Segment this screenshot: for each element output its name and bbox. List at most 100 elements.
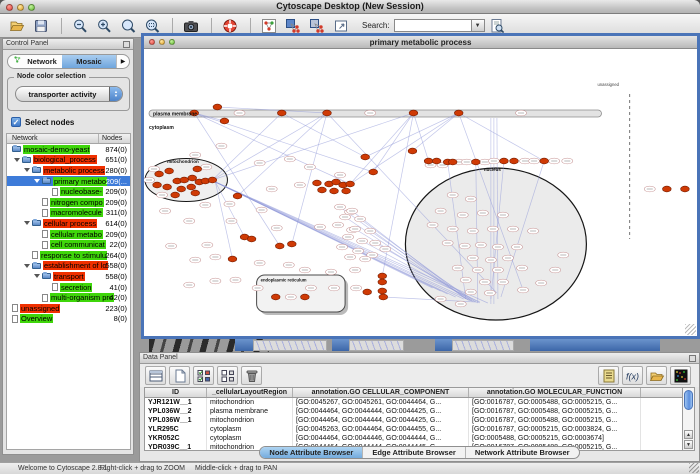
background-window[interactable] bbox=[332, 339, 349, 351]
graph-node[interactable] bbox=[313, 180, 322, 186]
float-panel-icon[interactable] bbox=[123, 41, 130, 48]
open-icon[interactable] bbox=[6, 16, 28, 36]
disclosure-triangle-icon[interactable] bbox=[14, 158, 20, 162]
tree-row[interactable]: unassigned223(0) bbox=[7, 303, 130, 314]
disclosure-triangle-icon[interactable] bbox=[24, 264, 30, 268]
node-color-dropdown[interactable]: transporter activity ▲▼ bbox=[15, 86, 123, 102]
column-header[interactable]: annotation.GO MOLECULAR_FUNCTION bbox=[469, 388, 641, 397]
graph-node[interactable] bbox=[342, 188, 351, 194]
tree-row[interactable]: cell communicat22(0) bbox=[7, 239, 130, 250]
table-scrollbar[interactable]: ▲ ▼ bbox=[682, 387, 695, 451]
graph-node[interactable] bbox=[500, 158, 509, 164]
graph-node[interactable] bbox=[378, 279, 387, 285]
graph-node[interactable] bbox=[208, 177, 217, 183]
tree-row[interactable]: macromolecule311(0) bbox=[7, 208, 130, 219]
tree-row[interactable]: transport558(0) bbox=[7, 271, 130, 282]
graph-node[interactable] bbox=[663, 186, 672, 192]
column-header[interactable]: annotation.GO CELLULAR_COMPONENT bbox=[293, 388, 469, 397]
graph-node[interactable] bbox=[454, 110, 463, 116]
tree-row[interactable]: nucleobase-209(0) bbox=[7, 186, 130, 197]
graph-node[interactable] bbox=[153, 182, 162, 188]
disclosure-triangle-icon[interactable] bbox=[34, 274, 40, 278]
attribute-notes-icon[interactable] bbox=[598, 366, 619, 385]
graph-node[interactable] bbox=[346, 181, 355, 187]
table-row[interactable]: YPL036W__2plasma membrane[GO:0044464, GO… bbox=[145, 407, 682, 416]
new-attribute-icon[interactable] bbox=[169, 366, 190, 385]
unselect-attributes-icon[interactable] bbox=[217, 366, 238, 385]
tree-row[interactable]: metabolic process280(0) bbox=[7, 165, 130, 176]
graph-node[interactable] bbox=[330, 188, 339, 194]
zoom-fit-icon[interactable] bbox=[117, 16, 139, 36]
save-icon[interactable] bbox=[30, 16, 52, 36]
disclosure-triangle-icon[interactable] bbox=[24, 221, 30, 225]
graph-node[interactable] bbox=[191, 190, 200, 196]
tab-mosaic[interactable]: Mosaic bbox=[62, 55, 116, 68]
tree-row[interactable]: cellular process614(0) bbox=[7, 218, 130, 229]
table-row[interactable]: YPL036W__1mitochondrion[GO:0044464, GO:0… bbox=[145, 416, 682, 425]
graph-node[interactable] bbox=[361, 154, 370, 160]
graph-node[interactable] bbox=[171, 192, 180, 198]
advanced-search-button[interactable] bbox=[489, 18, 505, 34]
tree-row[interactable]: secretion41(0) bbox=[7, 282, 130, 293]
graph-node[interactable] bbox=[378, 273, 387, 279]
tree-column-nodes[interactable]: Nodes bbox=[102, 135, 122, 142]
tree-row[interactable]: establishment of lo558(0) bbox=[7, 261, 130, 272]
window-resize-grip[interactable] bbox=[689, 463, 699, 473]
column-header[interactable]: ID bbox=[145, 388, 207, 397]
network-canvas[interactable]: plasma membranecytoplasmmitochondrionnuc… bbox=[144, 49, 697, 336]
table-row[interactable]: YKR052Ccytoplasm[GO:0044464, GO:0044446,… bbox=[145, 434, 682, 443]
tree-row[interactable]: biological_process651(0) bbox=[7, 155, 130, 166]
graph-node[interactable] bbox=[233, 193, 242, 199]
graph-node[interactable] bbox=[180, 177, 189, 183]
graph-node[interactable] bbox=[277, 110, 286, 116]
graph-node[interactable] bbox=[409, 110, 418, 116]
graph-node[interactable] bbox=[187, 184, 196, 190]
graph-node[interactable] bbox=[155, 171, 164, 177]
search-input[interactable] bbox=[394, 19, 472, 32]
background-window[interactable] bbox=[349, 340, 404, 351]
tab-node-attribute-browser[interactable]: Node Attribute Browser bbox=[260, 447, 363, 458]
tree-row[interactable]: mosaic-demo-yeast874(0) bbox=[7, 144, 130, 155]
graph-node[interactable] bbox=[163, 184, 172, 190]
tree-row[interactable]: nitrogen compo209(0) bbox=[7, 197, 130, 208]
graph-node[interactable] bbox=[275, 243, 284, 249]
graph-node[interactable] bbox=[220, 118, 229, 124]
select-nodes-checkbox[interactable]: ✓ bbox=[11, 117, 21, 127]
graph-node[interactable] bbox=[408, 148, 417, 154]
tab-network[interactable]: Network bbox=[8, 55, 62, 68]
import-attributes-icon[interactable] bbox=[646, 366, 667, 385]
background-window[interactable] bbox=[235, 339, 253, 351]
table-row[interactable]: YJR121W__1mitochondrion[GO:0045267, GO:0… bbox=[145, 398, 682, 407]
attribute-matrix-icon[interactable] bbox=[670, 366, 691, 385]
tree-row[interactable]: Overview8(0) bbox=[7, 314, 130, 325]
graph-node[interactable] bbox=[448, 159, 457, 165]
background-window[interactable] bbox=[452, 340, 514, 351]
graph-node[interactable] bbox=[188, 175, 197, 181]
graph-node[interactable] bbox=[681, 186, 690, 192]
disclosure-triangle-icon[interactable] bbox=[24, 168, 30, 172]
zoom-out-icon[interactable] bbox=[69, 16, 91, 36]
graph-node[interactable] bbox=[424, 158, 433, 164]
tree-column-network[interactable]: Network bbox=[12, 135, 38, 142]
table-mode-icon[interactable] bbox=[145, 366, 166, 385]
background-window[interactable] bbox=[435, 339, 452, 351]
table-row[interactable]: YLR295Ccytoplasm[GO:0045263, GO:0044464,… bbox=[145, 425, 682, 434]
graph-node[interactable] bbox=[165, 168, 174, 174]
tab-overflow-arrow-icon[interactable]: ▶ bbox=[116, 55, 129, 68]
graph-node[interactable] bbox=[247, 236, 256, 242]
graph-node[interactable] bbox=[318, 187, 327, 193]
graph-node[interactable] bbox=[271, 294, 280, 300]
tree-row[interactable]: multi-organism pro42(0) bbox=[7, 292, 130, 303]
tree-row[interactable]: cellular metabo209(0) bbox=[7, 229, 130, 240]
tree-row[interactable]: primary metabo209(... bbox=[7, 176, 130, 187]
function-builder-icon[interactable]: f(x) bbox=[622, 366, 643, 385]
graph-node[interactable] bbox=[540, 158, 549, 164]
background-window[interactable] bbox=[530, 339, 660, 351]
graph-node[interactable] bbox=[287, 241, 296, 247]
select-attributes-icon[interactable] bbox=[193, 366, 214, 385]
graph-node[interactable] bbox=[432, 158, 441, 164]
background-window[interactable] bbox=[253, 340, 327, 351]
graph-node[interactable] bbox=[301, 294, 310, 300]
float-panel-icon[interactable] bbox=[689, 355, 696, 362]
search-dropdown-arrow-icon[interactable]: ▼ bbox=[472, 19, 485, 32]
